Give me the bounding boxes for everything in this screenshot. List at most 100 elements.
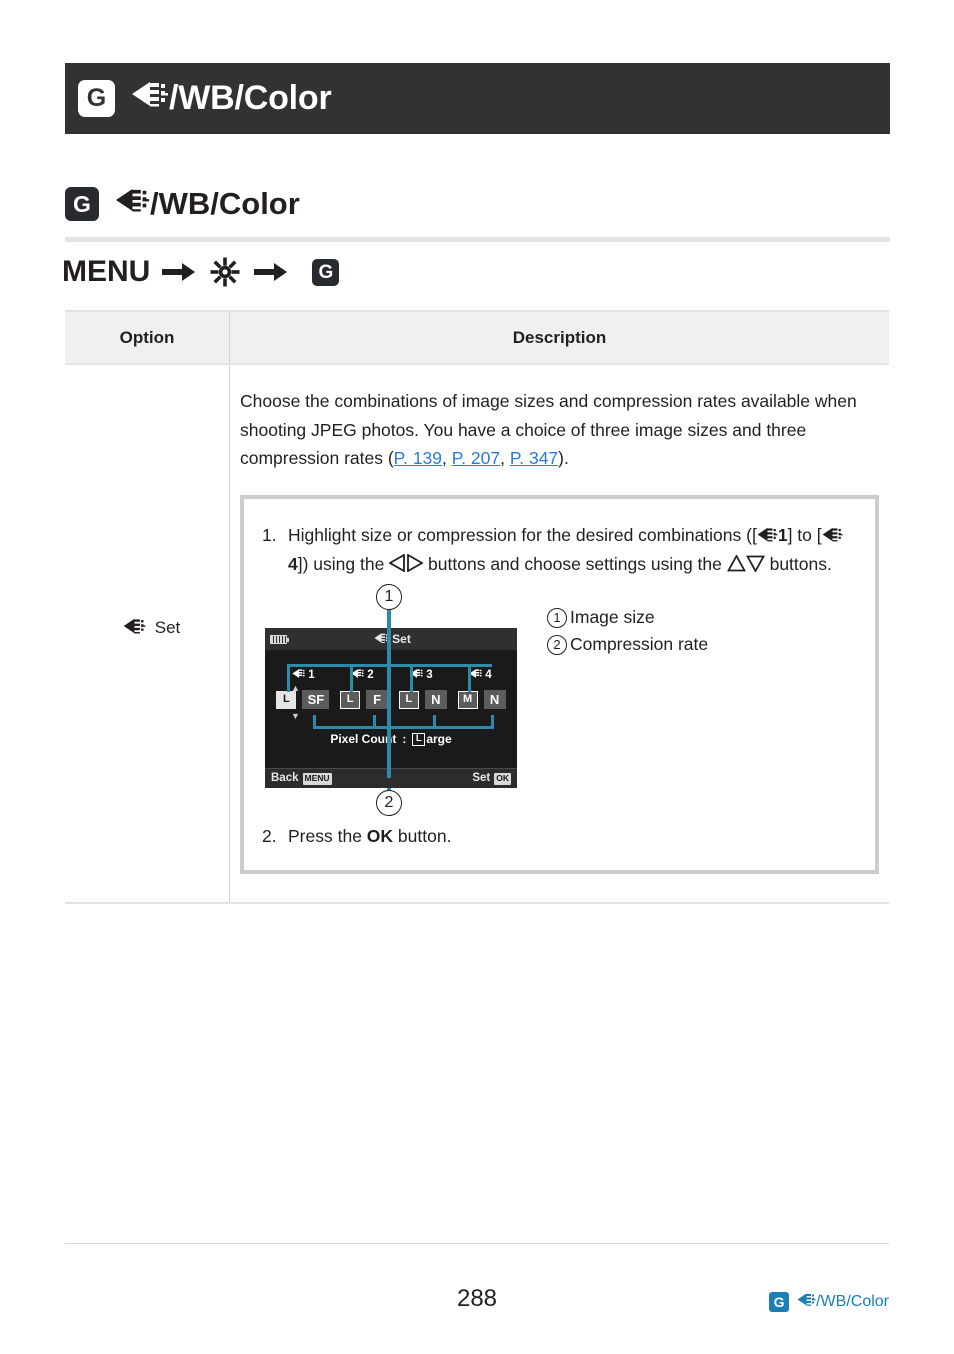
step-2-text-a: Press the bbox=[288, 826, 367, 847]
link-sep-2: , bbox=[500, 448, 510, 469]
bracket-4-label: 4 bbox=[288, 554, 298, 575]
header-title-text: /WB/Color bbox=[169, 79, 332, 117]
callout-legend-item-1: 1 Image size bbox=[547, 604, 708, 631]
lcd-title-text: Set bbox=[392, 632, 411, 647]
description-cell: Choose the combinations of image sizes a… bbox=[230, 365, 889, 902]
image-quality-icon bbox=[131, 79, 169, 118]
lcd-set-label: Set bbox=[472, 772, 491, 785]
section-title-inner: /WB/Color bbox=[115, 186, 300, 222]
callout-legend: 1 Image size 2 Compression rate bbox=[547, 604, 708, 658]
header-g-badge: G bbox=[78, 80, 115, 117]
step-1-text-a: Highlight size or compression for the de… bbox=[288, 524, 757, 545]
bracket-bottom-horizontal bbox=[313, 726, 494, 730]
compression-cell-3[interactable]: N bbox=[424, 690, 447, 710]
section-g-badge: G bbox=[65, 187, 99, 221]
step-1-text-d: buttons and choose settings using the bbox=[423, 554, 727, 575]
slot-label-2-text: 2 bbox=[367, 669, 374, 682]
compression-cell-1[interactable]: SF bbox=[302, 690, 330, 710]
table-row: Set Choose the combinations of image siz… bbox=[65, 365, 889, 904]
slot-pair-1: L SF bbox=[276, 690, 330, 710]
step-2-ok-label: OK bbox=[366, 826, 394, 847]
running-header-bar: G /WB/Color bbox=[65, 63, 890, 134]
footer-divider bbox=[65, 1243, 889, 1244]
lcd-title-bar: Set bbox=[265, 628, 517, 651]
image-quality-icon bbox=[292, 668, 306, 682]
camera-lcd-screen: Set 1 2 3 4 ▲ ▼ L SF L F L N M N Pixel C… bbox=[265, 628, 517, 789]
pixel-count-value-wrap: Large bbox=[412, 732, 452, 747]
lcd-back-label: Back bbox=[271, 772, 299, 785]
description-paragraph: Choose the combinations of image sizes a… bbox=[240, 387, 879, 473]
size-cell-3[interactable]: L bbox=[398, 690, 419, 709]
column-header-description: Description bbox=[512, 327, 607, 347]
triangle-down-icon: ▼ bbox=[291, 711, 300, 722]
column-header-option: Option bbox=[65, 312, 230, 363]
callout-marker-bottom: 2 bbox=[376, 790, 405, 817]
arrow-right-icon bbox=[162, 261, 196, 283]
slot-pair-2: L F bbox=[340, 690, 389, 710]
slot-label-3-text: 3 bbox=[426, 669, 433, 682]
compression-cell-4[interactable]: N bbox=[483, 690, 506, 710]
bracket-top-tick-2 bbox=[350, 664, 353, 693]
breadcrumb-g-badge: G bbox=[312, 258, 340, 286]
compression-cell-2[interactable]: F bbox=[366, 690, 389, 710]
ok-keycap: OK bbox=[494, 773, 511, 785]
step-1-text: Highlight size or compression for the de… bbox=[288, 521, 857, 581]
image-quality-icon bbox=[797, 1292, 816, 1312]
lcd-pixel-count-row: Pixel Count : Large bbox=[265, 732, 517, 746]
lcd-back-action[interactable]: Back MENU bbox=[271, 772, 332, 785]
triangle-down-icon bbox=[745, 555, 765, 573]
step-2-text: Press the OK button. bbox=[288, 822, 857, 852]
section-title-text: /WB/Color bbox=[150, 186, 300, 221]
figure-lcd-illustration: 1 2 1 Image size 2 Compression rate Set … bbox=[262, 584, 857, 817]
size-cell-2[interactable]: L bbox=[340, 690, 361, 709]
pixel-count-size-box: L bbox=[412, 732, 426, 746]
options-table: Option Description Set Choose the combin… bbox=[65, 310, 889, 904]
lcd-slot-label-row: 1 2 3 4 bbox=[265, 668, 517, 682]
pixel-count-value: arge bbox=[426, 732, 452, 747]
callout-number-2: 2 bbox=[547, 634, 567, 655]
option-label-wrap: Set bbox=[114, 617, 181, 640]
lcd-set-action[interactable]: Set OK bbox=[472, 772, 511, 785]
description-text-end: ). bbox=[558, 448, 569, 469]
footer-section-link[interactable]: G /WB/Color bbox=[769, 1292, 889, 1312]
lcd-bottom-bar: Back MENU Set OK bbox=[265, 768, 517, 789]
triangle-up-icon bbox=[726, 555, 746, 572]
pixel-count-separator: : bbox=[402, 732, 407, 747]
lcd-title: Set bbox=[265, 632, 517, 647]
bracket-1-label: 1 bbox=[777, 524, 788, 545]
image-quality-icon bbox=[822, 526, 843, 543]
option-label-text: Set bbox=[154, 618, 181, 638]
image-quality-icon bbox=[351, 668, 365, 682]
page-link-347[interactable]: P. 347 bbox=[510, 448, 558, 468]
option-cell: Set bbox=[65, 365, 230, 902]
step-2-text-b: button. bbox=[393, 826, 452, 847]
size-cell-1[interactable]: L bbox=[276, 690, 297, 709]
procedure-step-2: 2. Press the OK button. bbox=[262, 822, 857, 852]
size-cell-4[interactable]: M bbox=[457, 690, 478, 709]
footer-link-inner: /WB/Color bbox=[797, 1292, 889, 1312]
footer-g-badge: G bbox=[769, 1292, 790, 1312]
footer-link-text: /WB/Color bbox=[816, 1293, 889, 1310]
page-link-139[interactable]: P. 139 bbox=[394, 448, 442, 468]
image-quality-icon bbox=[123, 617, 146, 640]
step-2-number: 2. bbox=[262, 826, 277, 847]
callout-marker-top: 1 bbox=[376, 584, 405, 611]
image-quality-icon bbox=[115, 186, 150, 222]
bracket-top-tick-1 bbox=[287, 664, 290, 693]
triangle-left-icon bbox=[389, 554, 406, 573]
slot-pair-3: L N bbox=[398, 690, 447, 710]
lcd-setting-row: L SF L F L N M N bbox=[265, 690, 517, 710]
breadcrumb-menu-label: MENU bbox=[62, 255, 151, 288]
step-1-text-b: ] to [ bbox=[787, 524, 822, 545]
step-1-number: 1. bbox=[262, 524, 277, 545]
page-link-207[interactable]: P. 207 bbox=[452, 448, 500, 468]
setup-gear-icon bbox=[210, 257, 240, 287]
menu-keycap: MENU bbox=[302, 773, 332, 785]
title-divider bbox=[65, 237, 890, 242]
image-quality-icon bbox=[757, 526, 778, 543]
link-sep-1: , bbox=[442, 448, 452, 469]
slot-label-1-text: 1 bbox=[308, 669, 315, 682]
slot-label-1: 1 bbox=[290, 668, 315, 682]
menu-breadcrumb: MENU G bbox=[62, 255, 340, 289]
callout-number-1: 1 bbox=[547, 607, 567, 628]
